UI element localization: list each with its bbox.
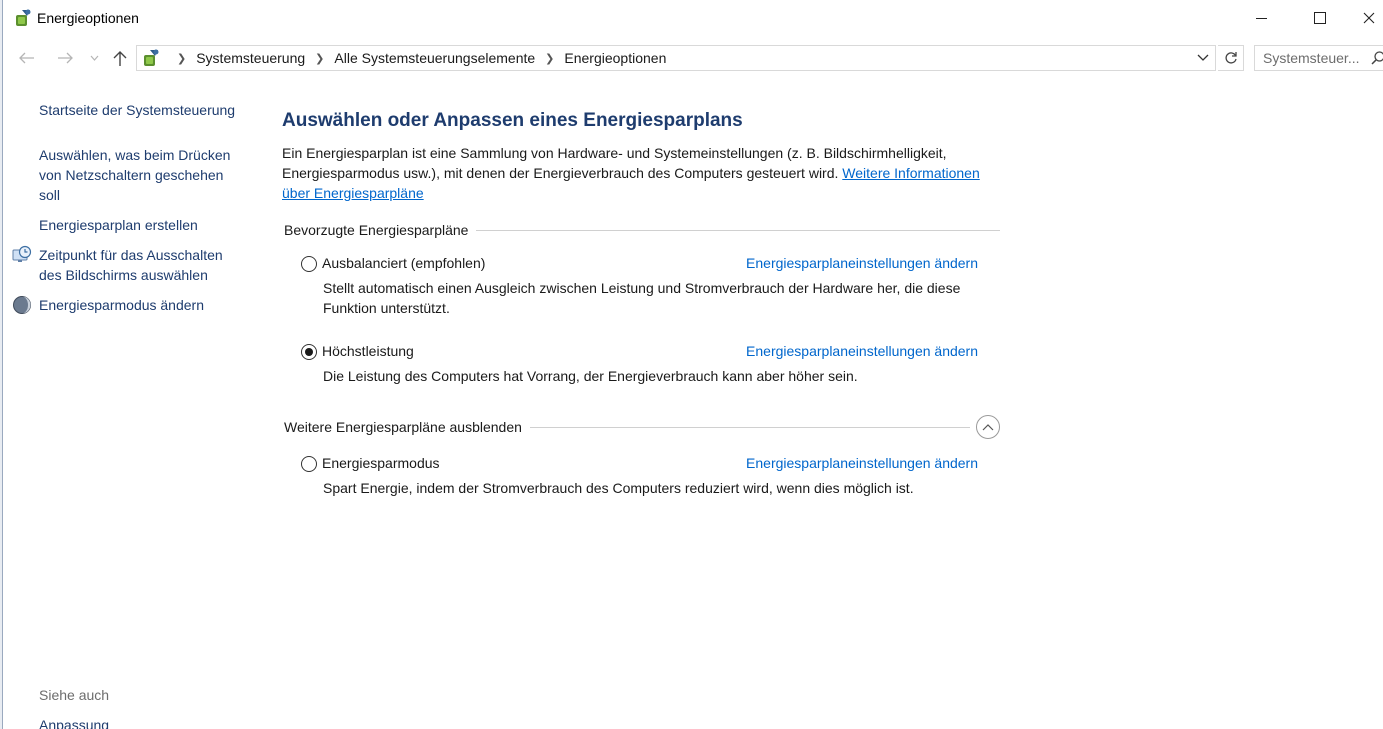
search-box[interactable] [1254, 45, 1383, 71]
search-icon[interactable] [1370, 50, 1383, 66]
preferred-plans-header: Bevorzugte Energiesparpläne [284, 222, 1000, 238]
more-plans-header: Weitere Energiesparpläne ausblenden [284, 415, 1000, 439]
address-history-dropdown[interactable] [1195, 49, 1211, 67]
chevron-down-icon [1197, 54, 1209, 61]
up-button[interactable] [109, 48, 131, 68]
maximize-button[interactable] [1297, 0, 1343, 36]
sidebar-link-sleep[interactable]: Energiesparmodus ändern [39, 295, 204, 315]
control-panel-icon [144, 49, 159, 66]
breadcrumb-item[interactable]: Systemsteuerung [196, 50, 305, 66]
sidebar-link-control-panel-home[interactable]: Startseite der Systemsteuerung [39, 100, 235, 120]
plan-description: Die Leistung des Computers hat Vorrang, … [323, 368, 858, 384]
moon-icon [13, 296, 31, 314]
minimize-button[interactable] [1238, 0, 1284, 36]
close-icon [1363, 12, 1375, 24]
refresh-button[interactable] [1218, 45, 1244, 71]
change-plan-settings-link[interactable]: Energiesparplaneinstellungen ändern [746, 343, 978, 359]
sidebar-link-personalization[interactable]: Anpassung [39, 715, 109, 729]
sidebar-link-create-plan[interactable]: Energiesparplan erstellen [39, 215, 198, 235]
close-button[interactable] [1355, 0, 1383, 36]
intro-paragraph: Ein Energiesparplan ist eine Sammlung vo… [282, 143, 1002, 203]
plan-name[interactable]: Höchstleistung [322, 343, 414, 359]
plan-description: Stellt automatisch einen Ausgleich zwisc… [323, 280, 961, 316]
radio-power-saver[interactable] [301, 456, 317, 472]
breadcrumb-separator-icon[interactable]: ❯ [545, 52, 554, 65]
minimize-icon [1255, 17, 1267, 19]
monitor-clock-icon [12, 245, 32, 262]
arrow-up-icon [113, 50, 127, 66]
navigation-bar: ❯ Systemsteuerung ❯ Alle Systemsteuerung… [3, 40, 1383, 76]
chevron-down-icon [90, 55, 98, 61]
power-options-app-icon [16, 9, 31, 26]
plan-description: Spart Energie, indem der Stromverbrauch … [323, 480, 914, 496]
radio-high-performance[interactable] [301, 344, 317, 360]
plan-name[interactable]: Energiesparmodus [322, 455, 440, 471]
plan-power-saver: Energiesparmodus Energiesparplaneinstell… [301, 453, 981, 498]
back-button[interactable] [15, 48, 39, 68]
plan-name[interactable]: Ausbalanciert (empfohlen) [322, 255, 485, 271]
preferred-plans-label: Bevorzugte Energiesparpläne [284, 222, 469, 238]
divider [476, 229, 1000, 231]
forward-button[interactable] [53, 48, 77, 68]
search-input[interactable] [1263, 50, 1363, 66]
breadcrumb: ❯ Systemsteuerung ❯ Alle Systemsteuerung… [167, 50, 666, 66]
plan-high-performance: Höchstleistung Energiesparplaneinstellun… [301, 341, 981, 386]
maximize-icon [1314, 12, 1326, 24]
divider [529, 426, 970, 428]
window-title: Energieoptionen [37, 10, 139, 26]
sidebar-link-power-buttons[interactable]: Auswählen, was beim Drücken von Netzscha… [39, 145, 230, 205]
more-plans-label: Weitere Energiesparpläne ausblenden [284, 419, 522, 435]
breadcrumb-separator-icon[interactable]: ❯ [315, 52, 324, 65]
sidebar: Startseite der Systemsteuerung Auswählen… [3, 80, 263, 729]
radio-balanced[interactable] [301, 256, 317, 272]
change-plan-settings-link[interactable]: Energiesparplaneinstellungen ändern [746, 255, 978, 271]
breadcrumb-item[interactable]: Energieoptionen [564, 50, 666, 66]
title-bar: Energieoptionen [3, 0, 1383, 38]
recent-locations-button[interactable] [87, 48, 101, 68]
arrow-left-icon [19, 52, 34, 64]
collapse-button[interactable] [976, 415, 1000, 439]
sidebar-link-display-off[interactable]: Zeitpunkt für das Ausschalten des Bildsc… [39, 245, 223, 285]
breadcrumb-separator-icon[interactable]: ❯ [177, 52, 186, 65]
plan-balanced: Ausbalanciert (empfohlen) Energiesparpla… [301, 253, 981, 318]
arrow-right-icon [58, 52, 73, 64]
change-plan-settings-link[interactable]: Energiesparplaneinstellungen ändern [746, 455, 978, 471]
page-title: Auswählen oder Anpassen eines Energiespa… [282, 110, 743, 131]
see-also-heading: Siehe auch [39, 687, 110, 703]
breadcrumb-item[interactable]: Alle Systemsteuerungselemente [334, 50, 535, 66]
address-bar[interactable]: ❯ Systemsteuerung ❯ Alle Systemsteuerung… [136, 45, 1216, 71]
chevron-up-icon [982, 424, 994, 431]
refresh-icon [1224, 52, 1237, 64]
